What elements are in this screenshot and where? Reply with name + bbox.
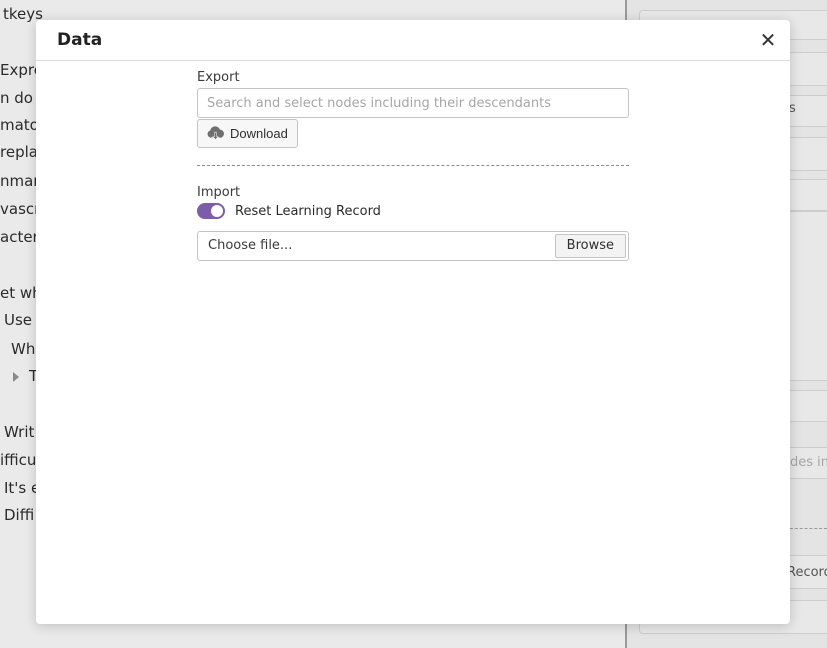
reset-learning-record-label[interactable]: Reset Learning Record: [235, 204, 381, 219]
file-input[interactable]: Choose file... Browse: [197, 231, 629, 261]
dialog-header: Data ✕: [36, 20, 790, 61]
tree-line[interactable]: nmar: [0, 171, 39, 191]
tree-line[interactable]: mato: [0, 115, 39, 135]
side-panel-text: Record: [787, 565, 827, 580]
import-label: Import: [197, 185, 241, 200]
side-panel-text: s: [789, 101, 796, 116]
side-panel-separator: [790, 528, 827, 529]
download-button-label: Download: [230, 126, 288, 141]
section-divider: [197, 165, 629, 166]
reset-learning-record-row: Reset Learning Record: [197, 203, 381, 219]
browse-button[interactable]: Browse: [554, 234, 626, 258]
export-label: Export: [197, 70, 240, 85]
caret-right-icon[interactable]: [13, 372, 19, 382]
data-dialog: Data ✕ Export Download Import: [36, 20, 790, 624]
reset-learning-record-toggle[interactable]: [197, 203, 225, 219]
tree-line[interactable]: Diffi: [4, 505, 34, 525]
tree-line[interactable]: Writ: [4, 422, 34, 442]
tree-line[interactable]: It's e: [4, 478, 40, 498]
tree-line[interactable]: ifficu: [0, 450, 36, 470]
tree-line[interactable]: repla: [0, 142, 38, 162]
close-icon[interactable]: ✕: [760, 28, 777, 52]
dialog-body: Export Download Import Reset Learning Re…: [197, 70, 629, 261]
dialog-title: Data: [57, 30, 103, 50]
cloud-download-icon: [207, 126, 224, 141]
side-panel-placeholder: des inc: [790, 455, 827, 470]
close-button[interactable]: ✕: [758, 29, 778, 51]
tree-line[interactable]: Use: [4, 310, 32, 330]
tree-line[interactable]: Wh: [11, 339, 35, 359]
tree-line[interactable]: n do: [0, 88, 33, 108]
download-button[interactable]: Download: [197, 119, 298, 148]
node-search-input[interactable]: [197, 88, 629, 118]
toggle-knob: [211, 205, 223, 217]
file-input-placeholder[interactable]: Choose file...: [208, 238, 292, 253]
